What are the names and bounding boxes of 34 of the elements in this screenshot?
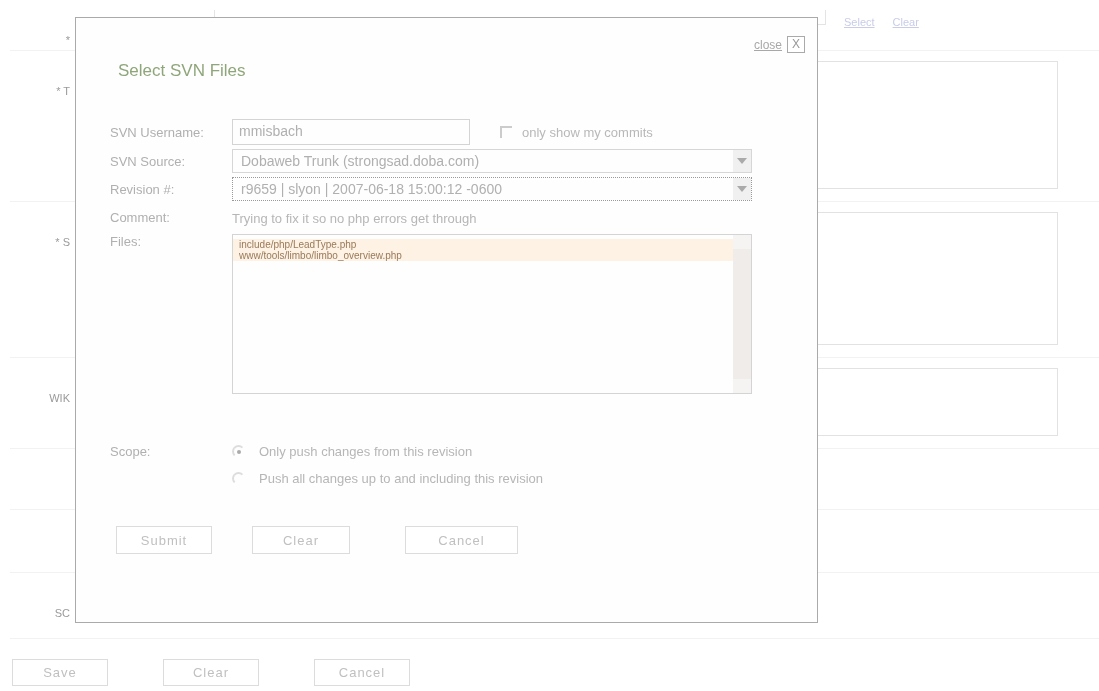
checkbox[interactable]: [500, 126, 512, 138]
radio-label: Only push changes from this revision: [259, 444, 473, 459]
field-label: SC: [54, 606, 71, 619]
close-link[interactable]: close: [754, 37, 782, 52]
dialog-button[interactable]: Cancel: [405, 526, 518, 554]
radio-label: Push all changes up to and including this revision: [259, 471, 543, 486]
username-field[interactable]: mmisbach: [232, 119, 470, 145]
caret-icon: [737, 158, 747, 164]
form-button[interactable]: Cancel: [314, 659, 410, 686]
field-label: SVN Source:: [110, 153, 187, 169]
field-label: Revision #:: [110, 181, 176, 197]
field-label: Files:: [110, 234, 143, 249]
field-label: * S: [55, 235, 71, 248]
field-label: Scope:: [110, 444, 152, 461]
dialog-button[interactable]: Clear: [252, 526, 350, 554]
form-button[interactable]: Save: [12, 659, 108, 686]
file-item[interactable]: include/php/LeadType.php: [233, 239, 733, 250]
file-item[interactable]: www/tools/limbo/limbo_overview.php: [233, 250, 733, 261]
caret-icon: [737, 186, 747, 192]
field-label: Comment:: [110, 210, 171, 225]
field-label: SVN Username:: [110, 124, 205, 140]
field-label: *: [65, 33, 71, 46]
dialog-title: Select SVN Files: [118, 61, 247, 81]
dialog-button[interactable]: Submit: [116, 526, 212, 554]
field-label: * T: [56, 84, 71, 97]
file-list[interactable]: include/php/LeadType.php www/tools/limbo/limbo_overview.php: [232, 234, 752, 394]
checkbox-label: only show my commits: [522, 124, 653, 140]
field-label: WIK: [49, 391, 71, 404]
comment-text: Trying to fix it so no php errors get through: [232, 210, 478, 228]
dropdown[interactable]: r9659 | slyon | 2007-06-18 15:00:12 -0600: [232, 177, 752, 201]
dropdown[interactable]: Dobaweb Trunk (strongsad.doba.com): [232, 149, 752, 173]
form-button[interactable]: Clear: [163, 659, 259, 686]
scrollbar[interactable]: [733, 235, 751, 393]
close-button[interactable]: X: [787, 36, 805, 53]
